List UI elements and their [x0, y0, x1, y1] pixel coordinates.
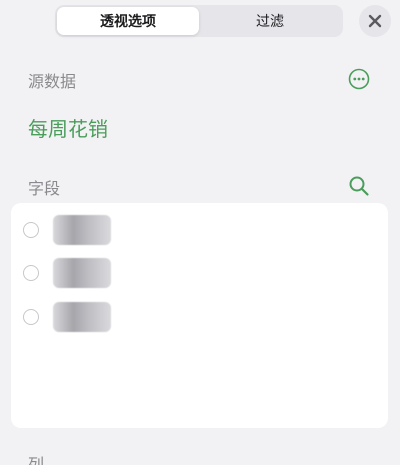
- columns-label: 列: [28, 455, 45, 465]
- field-item-label: [53, 215, 111, 245]
- source-data-label: 源数据: [28, 72, 77, 91]
- close-icon: [368, 14, 382, 28]
- radio-button[interactable]: [23, 309, 39, 325]
- radio-button[interactable]: [23, 222, 39, 238]
- radio-button[interactable]: [23, 265, 39, 281]
- tab-segmented-control: 透视选项 过滤: [55, 5, 343, 37]
- tab-pivot-options[interactable]: 透视选项: [57, 7, 199, 35]
- search-icon: [349, 176, 369, 196]
- fields-label: 字段: [28, 179, 61, 198]
- field-item[interactable]: [23, 213, 363, 247]
- field-item-label: [53, 302, 111, 332]
- tab-filter[interactable]: 过滤: [199, 7, 341, 35]
- fields-list: [11, 203, 388, 428]
- field-item-label: [53, 258, 111, 288]
- source-data-name[interactable]: 每周花销: [28, 113, 108, 142]
- close-button[interactable]: [359, 5, 391, 37]
- field-item[interactable]: [23, 256, 363, 290]
- search-button[interactable]: [347, 174, 371, 198]
- more-button[interactable]: [347, 67, 371, 91]
- field-item[interactable]: [23, 300, 363, 334]
- more-icon: [348, 68, 370, 90]
